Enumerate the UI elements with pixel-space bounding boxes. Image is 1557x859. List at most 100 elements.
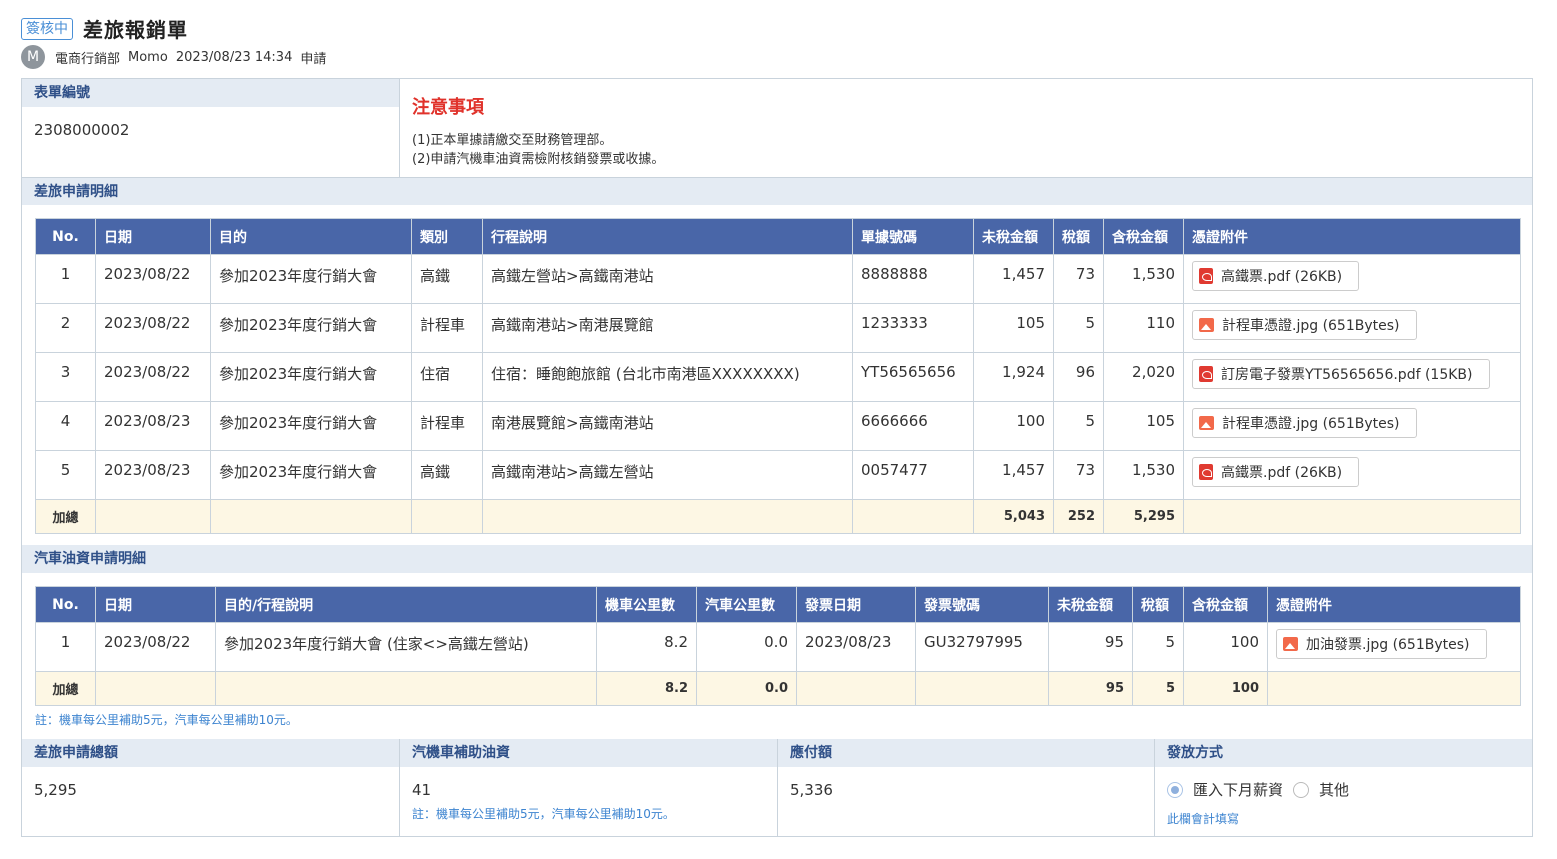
cell-date: 2023/08/22 bbox=[95, 254, 211, 304]
col-total: 含稅金額 bbox=[1103, 218, 1184, 255]
total-amount: 100 bbox=[1183, 671, 1268, 706]
avatar: M bbox=[21, 45, 45, 69]
cell-date: 2023/08/22 bbox=[95, 352, 211, 402]
cell-no: 1 bbox=[35, 622, 96, 672]
total-car-km: 0.0 bbox=[696, 671, 797, 706]
fuel-table: No. 日期 目的/行程說明 機車公里數 汽車公里數 發票日期 發票號碼 未稅金… bbox=[35, 586, 1521, 706]
cell-receipt-no: 0057477 bbox=[852, 450, 974, 500]
cell-date: 2023/08/22 bbox=[95, 622, 216, 672]
cell-attachment: 計程車憑證.jpg (651Bytes) bbox=[1183, 303, 1521, 353]
radio-salary-label[interactable]: 匯入下月薪資 bbox=[1193, 779, 1283, 800]
payment-method-label: 發放方式 bbox=[1155, 739, 1532, 767]
attachment-link[interactable]: 計程車憑證.jpg (651Bytes) bbox=[1192, 310, 1417, 340]
payable-value: 5,336 bbox=[790, 781, 833, 799]
travel-table: No. 日期 目的 類別 行程說明 單據號碼 未稅金額 稅額 含稅金額 憑證附件… bbox=[35, 218, 1521, 534]
total-empty bbox=[796, 671, 916, 706]
attachment-link[interactable]: 高鐵票.pdf (26KB) bbox=[1192, 261, 1360, 291]
fuel-subsidy-note: 註：機車每公里補助5元，汽車每公里補助10元。 bbox=[35, 713, 298, 727]
cell-date: 2023/08/22 bbox=[95, 303, 211, 353]
apply-datetime: 2023/08/23 14:34 bbox=[175, 49, 293, 65]
cell-pretax: 1,924 bbox=[973, 352, 1054, 402]
col-date: 日期 bbox=[95, 586, 216, 623]
cell-category: 住宿 bbox=[411, 352, 483, 402]
image-file-icon bbox=[1199, 318, 1214, 332]
total-empty bbox=[95, 499, 211, 534]
cell-itinerary: 住宿：睡飽飽旅館 (台北市南港區XXXXXXXX) bbox=[482, 352, 853, 402]
payment-method-field: 發放方式 匯入下月薪資 其他 此欄會計填寫 bbox=[1155, 739, 1532, 836]
cell-category: 計程車 bbox=[411, 303, 483, 353]
cell-receipt-no: 1233333 bbox=[852, 303, 974, 353]
cell-total: 105 bbox=[1103, 401, 1184, 451]
radio-salary[interactable] bbox=[1167, 781, 1183, 798]
total-empty bbox=[411, 499, 483, 534]
col-pretax: 未稅金額 bbox=[973, 218, 1054, 255]
fuel-total-row: 加總 8.2 0.0 95 5 100 bbox=[35, 671, 1521, 706]
cell-no: 3 bbox=[35, 352, 96, 402]
cell-itinerary: 南港展覽館>高鐵南港站 bbox=[482, 401, 853, 451]
cell-no: 4 bbox=[35, 401, 96, 451]
col-tax: 稅額 bbox=[1053, 218, 1104, 255]
cell-category: 高鐵 bbox=[411, 450, 483, 500]
cell-purpose: 參加2023年度行銷大會 bbox=[210, 401, 412, 451]
report-header: 簽核中 差旅報銷單 bbox=[21, 14, 188, 43]
col-purpose-itinerary: 目的/行程說明 bbox=[215, 586, 597, 623]
notice-panel: 注意事項 (1)正本單據請繳交至財務管理部。 (2)申請汽機車油資需檢附核銷發票… bbox=[400, 79, 1532, 177]
travel-total-field: 差旅申請總額 5,295 bbox=[22, 739, 400, 836]
attachment-filename: 訂房電子發票YT56565656.pdf (15KB) bbox=[1221, 367, 1473, 383]
image-file-icon bbox=[1283, 637, 1298, 651]
total-moto-km: 8.2 bbox=[596, 671, 697, 706]
total-empty bbox=[482, 499, 853, 534]
col-moto-km: 機車公里數 bbox=[596, 586, 697, 623]
total-empty bbox=[1267, 671, 1521, 706]
cell-total: 2,020 bbox=[1103, 352, 1184, 402]
cell-date: 2023/08/23 bbox=[95, 450, 211, 500]
table-row: 2 2023/08/22 參加2023年度行銷大會 計程車 高鐵南港站>南港展覽館 123… bbox=[35, 303, 1521, 353]
attachment-filename: 高鐵票.pdf (26KB) bbox=[1221, 465, 1343, 481]
cell-category: 高鐵 bbox=[411, 254, 483, 304]
applicant-meta: M 電商行銷部 Momo 2023/08/23 14:34 申請 bbox=[21, 45, 334, 69]
cell-tax: 5 bbox=[1053, 303, 1104, 353]
travel-header-row: No. 日期 目的 類別 行程說明 單據號碼 未稅金額 稅額 含稅金額 憑證附件 bbox=[35, 218, 1521, 255]
travel-total-label: 差旅申請總額 bbox=[22, 739, 399, 767]
attachment-filename: 加油發票.jpg (651Bytes) bbox=[1306, 637, 1470, 653]
accounting-note: 此欄會計填寫 bbox=[1167, 812, 1240, 826]
notice-line-2: (2)申請汽機車油資需檢附核銷發票或收據。 bbox=[412, 152, 665, 167]
attachment-link[interactable]: 訂房電子發票YT56565656.pdf (15KB) bbox=[1192, 359, 1490, 389]
cell-no: 5 bbox=[35, 450, 96, 500]
table-row: 5 2023/08/23 參加2023年度行銷大會 高鐵 高鐵南港站>高鐵左營站 0057… bbox=[35, 450, 1521, 500]
cell-receipt-no: YT56565656 bbox=[852, 352, 974, 402]
cell-pretax: 1,457 bbox=[973, 450, 1054, 500]
cell-invoice-date: 2023/08/23 bbox=[796, 622, 916, 672]
pdf-file-icon bbox=[1199, 268, 1213, 284]
attachment-link[interactable]: 高鐵票.pdf (26KB) bbox=[1192, 457, 1360, 487]
cell-receipt-no: 8888888 bbox=[852, 254, 974, 304]
image-file-icon bbox=[1199, 416, 1214, 430]
attachment-link[interactable]: 計程車憑證.jpg (651Bytes) bbox=[1192, 408, 1417, 438]
radio-other[interactable] bbox=[1293, 781, 1310, 798]
cell-total: 110 bbox=[1103, 303, 1184, 353]
cell-pretax: 100 bbox=[973, 401, 1054, 451]
col-invoice-no: 發票號碼 bbox=[915, 586, 1049, 623]
col-receipt-no: 單據號碼 bbox=[852, 218, 974, 255]
form-number-value: 2308000002 bbox=[34, 121, 130, 139]
cell-purpose: 參加2023年度行銷大會 bbox=[210, 450, 412, 500]
fuel-subsidy-value: 41 bbox=[412, 781, 432, 799]
cell-pretax: 95 bbox=[1048, 622, 1133, 672]
cell-category: 計程車 bbox=[411, 401, 483, 451]
col-invoice-date: 發票日期 bbox=[796, 586, 916, 623]
table-row: 1 2023/08/22 參加2023年度行銷大會 (住家<>高鐵左營站) 8.2 0.… bbox=[35, 622, 1521, 672]
cell-itinerary: 高鐵南港站>南港展覽館 bbox=[482, 303, 853, 353]
cell-tax: 73 bbox=[1053, 450, 1104, 500]
table-row: 3 2023/08/22 參加2023年度行銷大會 住宿 住宿：睡飽飽旅館 (台北市南港… bbox=[35, 352, 1521, 402]
col-attachment: 憑證附件 bbox=[1183, 218, 1521, 255]
cell-car-km: 0.0 bbox=[696, 622, 797, 672]
col-attachment: 憑證附件 bbox=[1267, 586, 1521, 623]
cell-attachment: 訂房電子發票YT56565656.pdf (15KB) bbox=[1183, 352, 1521, 402]
apply-action: 申請 bbox=[300, 51, 327, 67]
cell-attachment: 計程車憑證.jpg (651Bytes) bbox=[1183, 401, 1521, 451]
attachment-link[interactable]: 加油發票.jpg (651Bytes) bbox=[1276, 629, 1487, 659]
travel-section-label: 差旅申請明細 bbox=[22, 177, 1532, 205]
payable-label: 應付額 bbox=[778, 739, 1154, 767]
col-category: 類別 bbox=[411, 218, 483, 255]
radio-other-label[interactable]: 其他 bbox=[1319, 779, 1349, 800]
